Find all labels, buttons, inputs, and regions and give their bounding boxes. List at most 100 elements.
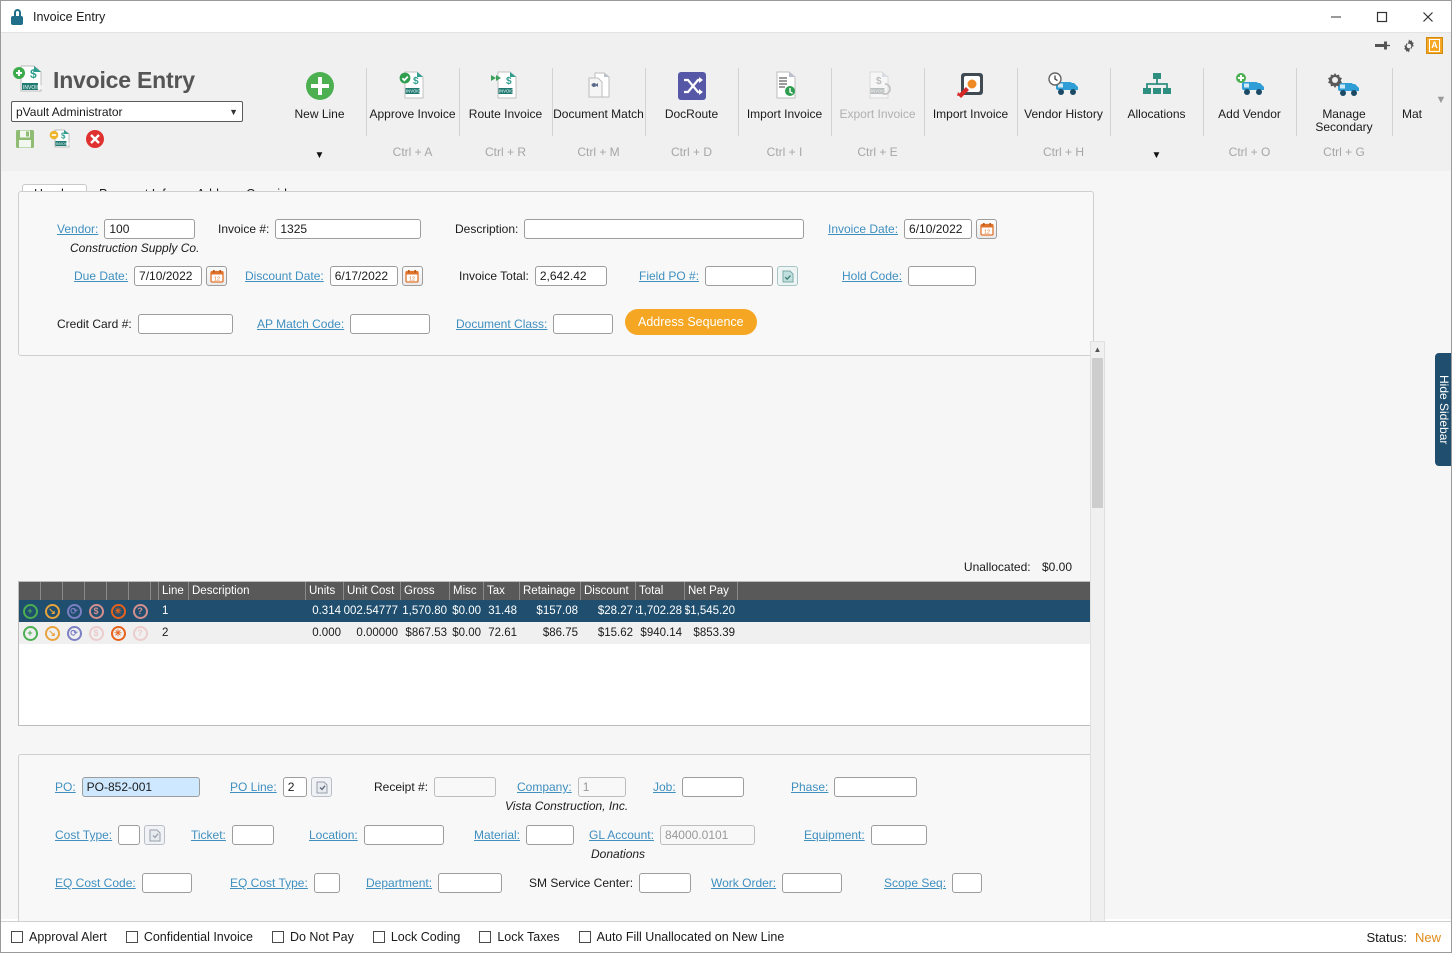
auto-fill-unallocated-checkbox[interactable] [578, 931, 591, 943]
invoice-date-label[interactable]: Invoice Date: [828, 222, 898, 236]
material-label[interactable]: Material: [474, 828, 520, 842]
job-label[interactable]: Job: [653, 780, 676, 794]
discount-date-input[interactable]: 6/17/2022 [329, 266, 398, 286]
po-input[interactable]: PO-852-001 [81, 777, 200, 797]
invoice-number-input[interactable]: 1325 [275, 219, 422, 239]
form-scrollbar[interactable]: ▲ ▼ [1090, 341, 1105, 952]
po-line-input[interactable]: 2 [282, 777, 307, 797]
due-date-input[interactable]: 7/10/2022 [134, 266, 203, 286]
auto-fill-unallocated-checkbox-group[interactable]: Auto Fill Unallocated on New Line [578, 930, 784, 944]
do-not-pay-checkbox[interactable] [271, 931, 284, 943]
field-po-label[interactable]: Field PO #: [639, 269, 699, 283]
scroll-up-icon[interactable]: ▲ [1091, 342, 1104, 357]
row-question-icon[interactable]: ? [129, 625, 151, 641]
cost-type-input[interactable] [118, 825, 141, 845]
po-line-lookup-icon[interactable] [310, 777, 332, 797]
ap-match-label[interactable]: AP Match Code: [257, 317, 344, 331]
confidential-invoice-checkbox[interactable] [125, 931, 138, 943]
ribbon-docroute[interactable]: DocRoute Ctrl + D [645, 62, 738, 164]
row-question-icon[interactable]: ? [129, 603, 151, 619]
company-input[interactable]: 1 [577, 777, 626, 797]
ribbon-approve-invoice[interactable]: INVOICE $ Approve Invoice Ctrl + A [366, 62, 459, 164]
document-class-input[interactable] [553, 314, 614, 334]
ribbon-export-invoice[interactable]: INVOICE $ Export Invoice Ctrl + E [831, 62, 924, 164]
chevron-down-icon[interactable]: ▼ [315, 150, 325, 161]
invoice-lines-grid[interactable]: Line Description Units Unit Cost Gross M… [18, 581, 1094, 726]
cost-type-lookup-icon[interactable] [144, 825, 166, 845]
job-input[interactable] [681, 777, 744, 797]
discount-date-calendar-icon[interactable]: 12 [401, 266, 423, 286]
ribbon-overflow-button[interactable]: ▼ [1432, 94, 1450, 132]
gl-account-input[interactable]: 84000.0101 [659, 825, 755, 845]
ribbon-material[interactable]: Mat [1392, 62, 1432, 164]
field-po-input[interactable] [705, 266, 774, 286]
document-class-label[interactable]: Document Class: [456, 317, 547, 331]
material-input[interactable] [526, 825, 575, 845]
maximize-icon[interactable] [1359, 1, 1405, 32]
lock-coding-checkbox-group[interactable]: Lock Coding [372, 930, 460, 944]
ticket-label[interactable]: Ticket: [191, 828, 226, 842]
pin-icon[interactable] [1374, 37, 1391, 54]
row-refresh-icon[interactable]: ⟳ [63, 625, 85, 641]
phase-input[interactable] [834, 777, 918, 797]
gear-icon[interactable] [1400, 37, 1417, 54]
lock-taxes-checkbox-group[interactable]: Lock Taxes [479, 930, 560, 944]
field-po-lookup-icon[interactable] [777, 266, 799, 286]
do-not-pay-checkbox-group[interactable]: Do Not Pay [271, 930, 354, 944]
eq-cost-type-label[interactable]: EQ Cost Type: [230, 876, 308, 890]
department-input[interactable] [438, 873, 503, 893]
table-row[interactable]: + ↘ ⟳ $ ✳ ? 1 0.314 5,002.54777 1,570.80… [19, 600, 1093, 622]
cancel-icon[interactable] [85, 129, 105, 152]
hold-code-input[interactable] [908, 266, 977, 286]
profile-badge[interactable]: A [1426, 37, 1443, 54]
row-arrow-icon[interactable]: ↘ [41, 625, 63, 641]
lock-coding-checkbox[interactable] [372, 931, 385, 943]
company-label[interactable]: Company: [517, 780, 572, 794]
receipt-input[interactable] [434, 777, 497, 797]
scrollbar-thumb[interactable] [1092, 358, 1103, 508]
ribbon-import-invoice-alt[interactable]: Import Invoice [924, 62, 1017, 164]
ribbon-vendor-history[interactable]: Vendor History Ctrl + H [1017, 62, 1110, 164]
invoice-date-input[interactable]: 6/10/2022 [904, 219, 973, 239]
ribbon-allocations[interactable]: Allocations ▼ [1110, 62, 1203, 164]
cost-type-label[interactable]: Cost Type: [55, 828, 112, 842]
minimize-icon[interactable] [1313, 1, 1359, 32]
row-refresh-icon[interactable]: ⟳ [63, 603, 85, 619]
table-row[interactable]: + ↘ ⟳ $ ✳ ? 2 0.000 0.00000 $867.53 $0.0… [19, 622, 1093, 644]
invoice-icon[interactable]: INVOICE $ [49, 129, 71, 152]
location-label[interactable]: Location: [309, 828, 358, 842]
due-date-calendar-icon[interactable]: 12 [206, 266, 228, 286]
approval-alert-checkbox[interactable] [11, 931, 23, 943]
po-line-label[interactable]: PO Line: [230, 780, 277, 794]
eq-cost-code-input[interactable] [141, 873, 192, 893]
ribbon-route-invoice[interactable]: INVOICE $ Route Invoice Ctrl + R [459, 62, 552, 164]
lock-taxes-checkbox[interactable] [479, 931, 492, 943]
phase-label[interactable]: Phase: [791, 780, 828, 794]
row-asterisk-icon[interactable]: ✳ [107, 603, 129, 619]
department-label[interactable]: Department: [366, 876, 432, 890]
credit-card-input[interactable] [137, 314, 233, 334]
chevron-down-icon[interactable]: ▼ [1152, 150, 1162, 161]
approval-alert-checkbox-group[interactable]: Approval Alert [11, 930, 107, 944]
equipment-input[interactable] [870, 825, 927, 845]
ribbon-add-vendor[interactable]: Add Vendor Ctrl + O [1203, 62, 1296, 164]
save-icon[interactable] [15, 129, 35, 152]
scope-seq-label[interactable]: Scope Seq: [884, 876, 946, 890]
close-icon[interactable] [1405, 1, 1451, 32]
sm-service-center-input[interactable] [639, 873, 692, 893]
ticket-input[interactable] [231, 825, 274, 845]
ribbon-import-invoice[interactable]: Import Invoice Ctrl + I [738, 62, 831, 164]
due-date-label[interactable]: Due Date: [74, 269, 128, 283]
eq-cost-type-input[interactable] [313, 873, 340, 893]
user-select[interactable]: pVault Administrator ▼ [11, 101, 243, 122]
row-asterisk-icon[interactable]: ✳ [107, 625, 129, 641]
gl-account-label[interactable]: GL Account: [589, 828, 654, 842]
row-arrow-icon[interactable]: ↘ [41, 603, 63, 619]
work-order-input[interactable] [782, 873, 843, 893]
ribbon-new-line[interactable]: New Line ▼ [273, 62, 366, 164]
invoice-total-input[interactable]: 2,642.42 [534, 266, 607, 286]
row-dollar-icon[interactable]: $ [85, 603, 107, 619]
scope-seq-input[interactable] [952, 873, 983, 893]
hold-code-label[interactable]: Hold Code: [842, 269, 902, 283]
row-dollar-icon[interactable]: $ [85, 625, 107, 641]
